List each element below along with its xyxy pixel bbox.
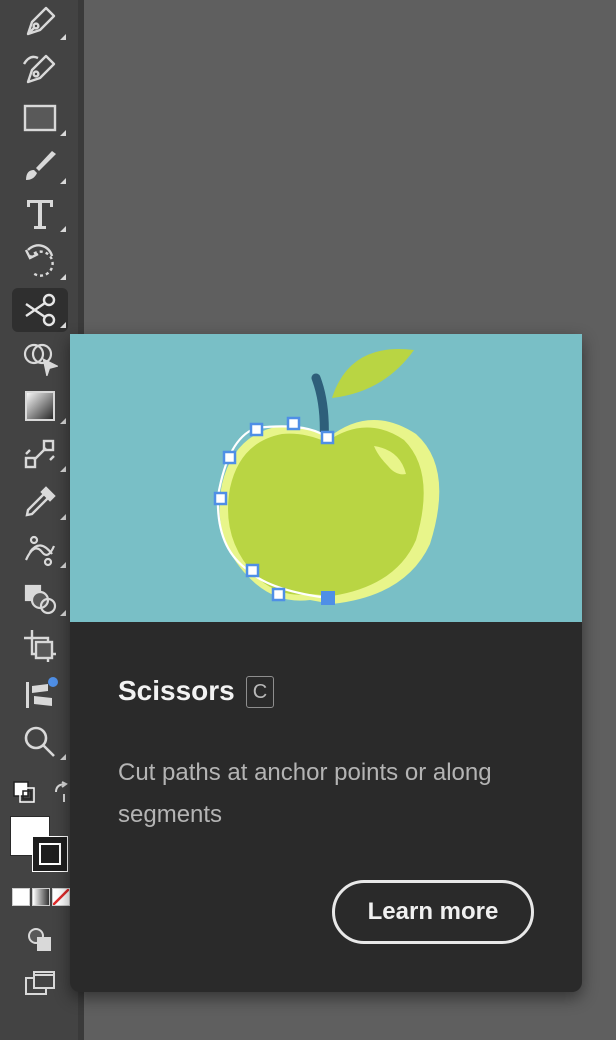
tooltip-description: Cut paths at anchor points or along segm… (118, 759, 492, 828)
pen-tool[interactable] (12, 0, 68, 44)
rotate-tool[interactable] (12, 240, 68, 284)
artboard-tool[interactable] (12, 624, 68, 668)
curvature-pen-icon (22, 54, 56, 84)
symbol-sprayer-tool[interactable] (12, 576, 68, 620)
rectangle-icon (23, 104, 57, 132)
eyedropper-icon (25, 486, 56, 517)
blend-icon (24, 439, 55, 469)
shape-builder-tool[interactable] (12, 336, 68, 380)
default-fill-stroke-icon[interactable] (12, 780, 36, 804)
puppet-warp-icon (24, 535, 56, 567)
rectangle-tool[interactable] (12, 96, 68, 140)
tooltip-illustration (70, 334, 582, 622)
drawing-modes-button[interactable] (12, 916, 68, 960)
edit-toolbar-icon (26, 677, 58, 708)
zoom-tool[interactable] (12, 720, 68, 764)
type-tool[interactable] (12, 192, 68, 236)
keyboard-shortcut-badge: C (246, 676, 274, 708)
screen-mode-icon (25, 971, 55, 995)
eyedropper-tool[interactable] (12, 480, 68, 524)
gradient-mode-button[interactable] (32, 888, 50, 906)
learn-more-button[interactable]: Learn more (332, 880, 534, 944)
scissors-rich-tooltip: Scissors C Cut paths at anchor points or… (70, 334, 582, 992)
gradient-icon (25, 391, 55, 421)
scissors-icon (25, 293, 56, 327)
puppet-warp-tool[interactable] (12, 528, 68, 572)
none-mode-button[interactable] (52, 888, 70, 906)
stroke-swatch[interactable] (32, 836, 68, 872)
paintbrush-icon (26, 151, 56, 180)
draw-mode-icon (28, 928, 51, 951)
artboard-icon (24, 630, 56, 662)
blend-tool[interactable] (12, 432, 68, 476)
pen-icon (26, 6, 56, 36)
color-mode-buttons (12, 888, 70, 908)
fill-stroke-controls (8, 780, 74, 880)
scissors-tool[interactable] (12, 288, 68, 332)
curvature-tool[interactable] (12, 48, 68, 92)
tooltip-title: Scissors (118, 675, 235, 706)
paintbrush-tool[interactable] (12, 144, 68, 188)
color-mode-button[interactable] (12, 888, 30, 906)
shape-builder-icon (23, 343, 58, 376)
apple-illustration-icon (213, 349, 440, 605)
gradient-tool[interactable] (12, 384, 68, 428)
zoom-icon (24, 726, 55, 757)
rotate-icon (24, 244, 54, 277)
type-icon (27, 200, 53, 229)
symbol-sprayer-icon (24, 584, 57, 615)
tools-panel (0, 0, 78, 1040)
screen-mode-button[interactable] (12, 962, 68, 1006)
edit-toolbar[interactable] (12, 672, 68, 716)
